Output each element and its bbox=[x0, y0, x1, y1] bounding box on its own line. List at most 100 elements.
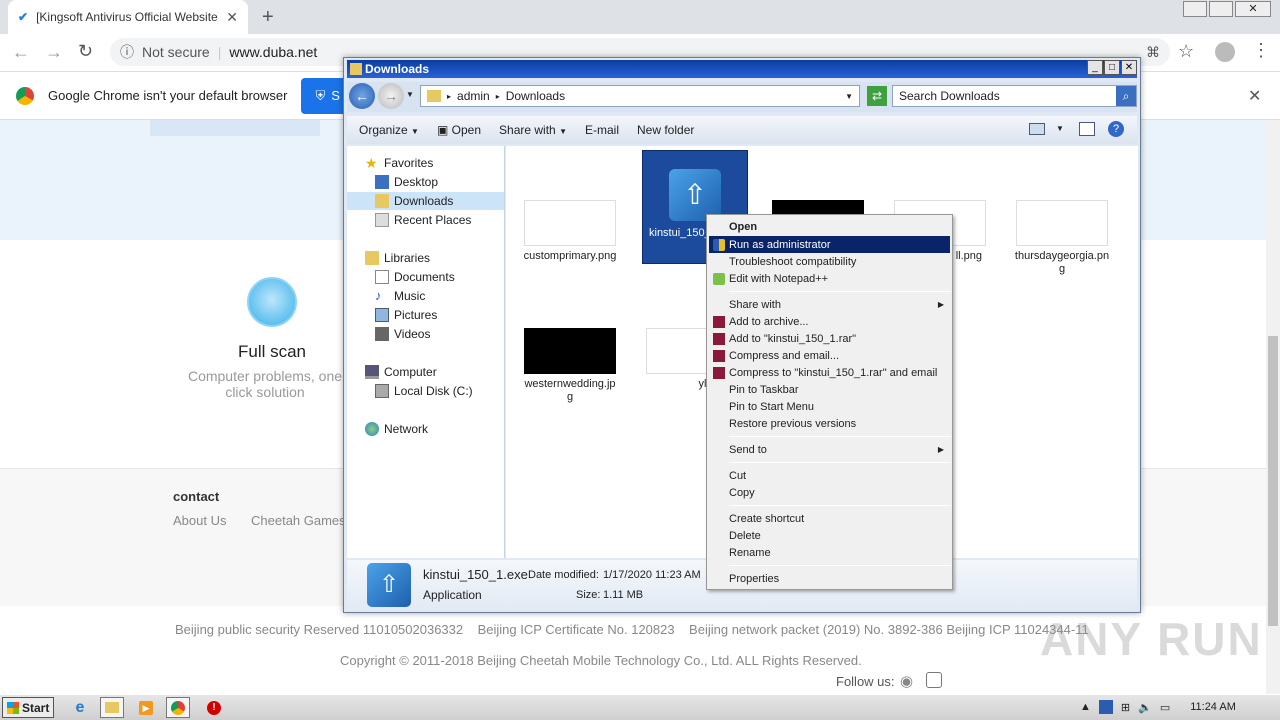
nav-network-label: Network bbox=[384, 422, 429, 436]
close-button[interactable]: ✕ bbox=[1121, 60, 1137, 75]
menu-copy[interactable]: Copy bbox=[709, 484, 950, 501]
menu-send-to[interactable]: Send to ▶ bbox=[709, 441, 950, 458]
menu-create-shortcut[interactable]: Create shortcut bbox=[709, 510, 950, 527]
weibo-icon[interactable]: ◉ bbox=[900, 672, 913, 690]
scrollbar-thumb[interactable] bbox=[1268, 336, 1278, 626]
menu-compress-rar-email[interactable]: Compress to "kinstui_150_1.rar" and emai… bbox=[709, 364, 950, 381]
restore-browser-button[interactable] bbox=[1209, 1, 1233, 17]
minimize-browser-button[interactable] bbox=[1183, 1, 1207, 17]
menu-open[interactable]: Open bbox=[709, 218, 950, 235]
music-icon: ♪ bbox=[375, 288, 382, 303]
clock[interactable]: 11:24 AM bbox=[1190, 701, 1236, 713]
maximize-button[interactable]: □ bbox=[1104, 60, 1120, 75]
command-bar: Organize ▼ ▣ Open Share with ▼ E-mail Ne… bbox=[347, 116, 1137, 144]
nav-network[interactable]: Network bbox=[365, 420, 521, 438]
menu-cut[interactable]: Cut bbox=[709, 467, 950, 484]
nav-favorites[interactable]: ★ Favorites bbox=[365, 154, 521, 172]
menu-run-as-admin[interactable]: Run as administrator bbox=[709, 236, 950, 253]
back-button-icon[interactable]: ← bbox=[349, 83, 375, 109]
menu-compress-email[interactable]: Compress and email... bbox=[709, 347, 950, 364]
start-button[interactable]: Start bbox=[2, 697, 54, 718]
page-scrollbar[interactable] bbox=[1266, 120, 1280, 694]
nav-libraries[interactable]: Libraries bbox=[365, 249, 521, 267]
menu-icon[interactable]: ⋮ bbox=[1252, 40, 1270, 61]
menu-restore-versions[interactable]: Restore previous versions bbox=[709, 415, 950, 432]
new-folder-button[interactable]: New folder bbox=[637, 123, 694, 137]
wechat-icon[interactable] bbox=[926, 672, 942, 688]
media-player-icon[interactable]: ▶ bbox=[134, 697, 158, 718]
file-item[interactable]: westernwedding.jp g bbox=[522, 328, 618, 404]
view-dropdown-icon[interactable]: ▼ bbox=[1056, 124, 1064, 133]
menu-edit-notepad[interactable]: Edit with Notepad++ bbox=[709, 270, 950, 287]
libraries-icon bbox=[365, 251, 379, 265]
menu-restore-versions-label: Restore previous versions bbox=[729, 417, 857, 430]
menu-rename[interactable]: Rename bbox=[709, 544, 950, 561]
details-size-label: Size: bbox=[576, 589, 601, 601]
chrome-taskbar-icon[interactable] bbox=[166, 697, 190, 718]
share-with-button[interactable]: Share with ▼ bbox=[499, 123, 567, 137]
uac-tray-icon[interactable] bbox=[1098, 700, 1113, 714]
address-dropdown-icon[interactable]: ▼ bbox=[845, 92, 853, 101]
organize-button[interactable]: Organize ▼ bbox=[359, 123, 419, 137]
menu-properties[interactable]: Properties bbox=[709, 570, 950, 587]
menu-add-rar[interactable]: Add to "kinstui_150_1.rar" bbox=[709, 330, 950, 347]
bookmark-star-icon[interactable]: ☆ bbox=[1178, 41, 1194, 62]
reload-icon[interactable]: ↻ bbox=[78, 41, 93, 62]
help-icon[interactable]: ? bbox=[1108, 121, 1124, 137]
about-us-link[interactable]: About Us bbox=[173, 513, 226, 528]
menu-copy-label: Copy bbox=[729, 486, 755, 499]
menu-pin-taskbar[interactable]: Pin to Taskbar bbox=[709, 381, 950, 398]
network-tray-icon[interactable]: ⊞ bbox=[1121, 701, 1130, 714]
volume-icon[interactable]: 🔈 bbox=[1138, 701, 1152, 714]
explorer-taskbar-icon[interactable] bbox=[100, 697, 124, 718]
view-options-icon[interactable] bbox=[1029, 123, 1045, 135]
chrome-logo-icon bbox=[171, 700, 185, 715]
menu-compress-email-label: Compress and email... bbox=[729, 349, 840, 362]
menu-troubleshoot[interactable]: Troubleshoot compatibility bbox=[709, 253, 950, 270]
nav-downloads[interactable]: Downloads bbox=[347, 192, 504, 210]
breadcrumb-downloads[interactable]: Downloads bbox=[506, 89, 565, 103]
tray-expand-icon[interactable]: ▲ bbox=[1080, 701, 1091, 713]
folder-icon bbox=[105, 702, 119, 713]
internet-explorer-icon[interactable]: e bbox=[68, 697, 92, 718]
menu-pin-start-label: Pin to Start Menu bbox=[729, 400, 814, 413]
email-button[interactable]: E-mail bbox=[585, 123, 619, 137]
menu-send-to-label: Send to bbox=[729, 443, 767, 456]
full-scan-icon[interactable] bbox=[247, 277, 297, 327]
forward-icon[interactable]: → bbox=[45, 42, 63, 63]
details-modified-label: Date modified: bbox=[528, 569, 599, 581]
translate-icon[interactable]: ⌘ bbox=[1146, 44, 1160, 61]
power-icon[interactable]: ▭ bbox=[1160, 701, 1170, 714]
winrar-icon bbox=[713, 349, 725, 362]
close-tab-icon[interactable]: ✕ bbox=[226, 9, 238, 26]
open-button[interactable]: ▣ Open bbox=[437, 123, 481, 137]
cheetah-games-link[interactable]: Cheetah Games bbox=[251, 513, 346, 528]
file-thumbnail bbox=[1016, 200, 1108, 246]
winrar-icon bbox=[713, 366, 725, 379]
nav-computer[interactable]: Computer bbox=[365, 363, 521, 381]
menu-share-with[interactable]: Share with ▶ bbox=[709, 296, 950, 313]
menu-add-archive[interactable]: Add to archive... bbox=[709, 313, 950, 330]
search-box[interactable]: Search Downloads ⌕ bbox=[892, 85, 1137, 107]
back-icon[interactable]: ← bbox=[12, 42, 30, 63]
menu-delete[interactable]: Delete bbox=[709, 527, 950, 544]
minimize-button[interactable]: _ bbox=[1087, 60, 1103, 75]
history-dropdown-icon[interactable]: ▼ bbox=[406, 90, 414, 99]
preview-pane-icon[interactable] bbox=[1079, 122, 1095, 136]
browser-tab[interactable]: ✔ [Kingsoft Antivirus Official Website] … bbox=[8, 0, 248, 34]
stop-sign-icon[interactable]: ! bbox=[202, 697, 226, 718]
close-browser-button[interactable]: ✕ bbox=[1235, 1, 1271, 17]
explorer-address-bar[interactable]: ▸ admin ▸ Downloads ▼ bbox=[420, 85, 860, 107]
forward-button-icon[interactable]: → bbox=[378, 83, 404, 109]
search-icon[interactable]: ⌕ bbox=[1116, 86, 1136, 106]
file-item[interactable]: thursdaygeorgia.pn g bbox=[1014, 200, 1110, 276]
refresh-icon[interactable]: ⇄ bbox=[867, 86, 887, 106]
info-icon[interactable]: ⓘ bbox=[120, 42, 134, 62]
explorer-titlebar[interactable]: Downloads bbox=[347, 60, 1137, 78]
new-tab-button[interactable]: + bbox=[262, 6, 274, 29]
close-infobar-icon[interactable]: ✕ bbox=[1248, 86, 1261, 106]
file-item[interactable]: customprimary.png bbox=[522, 200, 618, 263]
menu-pin-start[interactable]: Pin to Start Menu bbox=[709, 398, 950, 415]
profile-avatar-icon[interactable] bbox=[1215, 42, 1235, 62]
breadcrumb-admin[interactable]: admin bbox=[457, 89, 490, 103]
